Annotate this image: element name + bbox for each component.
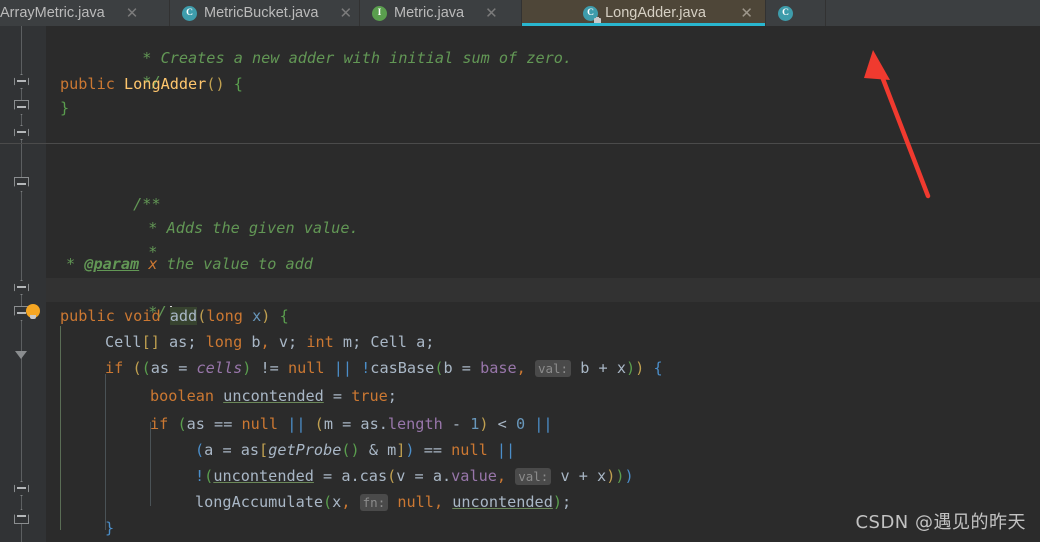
tab-label: Metric.java (394, 5, 465, 21)
java-interface-icon: I (372, 5, 387, 21)
fold-arrow-icon[interactable] (15, 351, 28, 360)
code-line: boolean uncontended = true; (150, 387, 397, 405)
tab-longadder-java[interactable]: C LongAdder.java ✕ (522, 0, 766, 26)
tab-label: LongAdder.java (605, 5, 706, 21)
editor-window: ArrayMetric.java ✕ C MetricBucket.java ✕… (0, 0, 1040, 542)
code-line-caret: public void add(long x) { (60, 306, 289, 325)
tab-metric-java[interactable]: I Metric.java ✕ (360, 0, 522, 26)
code-line: Cell[] as; long b, v; int m; Cell a; (105, 333, 435, 351)
code-line: if (as == null || (m = as.length - 1) < … (150, 415, 553, 433)
code-text-area[interactable]: * Creates a new adder with initial sum o… (46, 26, 1040, 542)
tab-arraymetric-java[interactable]: ArrayMetric.java ✕ (0, 0, 170, 26)
code-line: * @param x the value to add (66, 255, 313, 273)
fold-marker[interactable] (14, 280, 29, 295)
fold-marker[interactable] (14, 509, 29, 524)
code-line: !(uncontended = a.cas(v = a.value, val: … (195, 467, 634, 485)
selected-token: add (169, 307, 198, 325)
current-line-highlight (46, 278, 1040, 302)
code-line: * Adds the given value. (139, 219, 359, 237)
tab-close-icon[interactable]: ✕ (485, 6, 498, 21)
code-line: */ (133, 73, 161, 91)
inlay-hint-val: val: (534, 360, 572, 377)
tab-metricbucket-java[interactable]: C MetricBucket.java ✕ (170, 0, 360, 26)
inlay-hint-fn: fn: (359, 494, 389, 511)
java-class-locked-icon: C (583, 5, 602, 24)
code-line: (a = as[getProbe() & m]) == null || (195, 441, 516, 459)
tab-close-icon[interactable]: ✕ (339, 6, 352, 21)
fold-marker[interactable] (14, 100, 29, 115)
intention-bulb-icon[interactable] (26, 304, 40, 320)
editor-gutter[interactable] (0, 26, 46, 542)
variable-uncontended: uncontended (223, 387, 324, 405)
code-line: } (60, 99, 70, 117)
tab-label: ArrayMetric.java (0, 5, 105, 21)
code-line: if ((as = cells) != null || !casBase(b =… (105, 359, 663, 377)
inlay-hint-val: val: (515, 468, 552, 485)
code-line: * Creates a new adder with initial sum o… (133, 49, 573, 67)
code-line: longAccumulate(x, fn: null, uncontended)… (195, 493, 572, 511)
tab-next-partial[interactable]: C (766, 0, 826, 26)
fold-marker[interactable] (14, 481, 29, 496)
watermark-text: CSDN @遇见的昨天 (855, 512, 1026, 533)
fold-marker[interactable] (14, 177, 29, 192)
java-class-icon: C (182, 5, 197, 21)
tab-label: MetricBucket.java (204, 5, 319, 21)
editor-tab-bar: ArrayMetric.java ✕ C MetricBucket.java ✕… (0, 0, 1040, 26)
fold-marker[interactable] (14, 125, 29, 140)
indent-guide (60, 326, 61, 530)
fold-marker[interactable] (14, 74, 29, 89)
code-line: /** (133, 195, 161, 213)
tab-close-icon[interactable]: ✕ (740, 6, 753, 21)
code-line: public LongAdder() { (60, 75, 243, 93)
tab-close-icon[interactable]: ✕ (126, 6, 139, 21)
indent-guide (105, 374, 106, 530)
code-line: */ (139, 303, 167, 321)
code-line: * (139, 243, 158, 261)
code-line: } (105, 519, 115, 537)
javadoc-param-tag: @param (84, 255, 140, 273)
code-editor[interactable]: * Creates a new adder with initial sum o… (0, 26, 1040, 542)
java-class-icon: C (778, 5, 793, 21)
